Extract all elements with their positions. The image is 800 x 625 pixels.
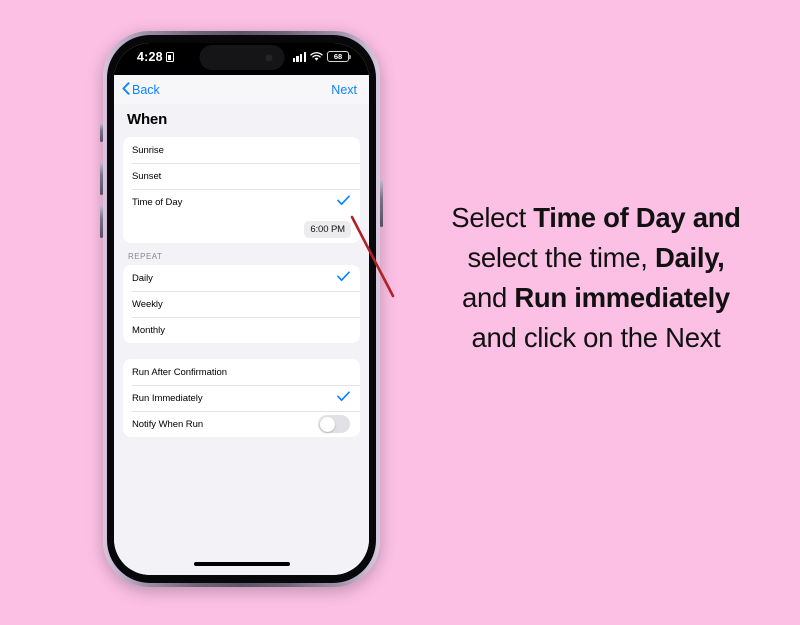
instruction-line-2: select the time, Daily, — [398, 238, 794, 278]
run-behavior-card: Run After Confirmation Run Immediately N… — [123, 359, 360, 437]
time-picker-row[interactable]: 6:00 PM — [123, 215, 360, 243]
checkmark-icon — [337, 389, 350, 407]
wifi-icon — [310, 51, 323, 62]
row-monthly[interactable]: Monthly — [123, 317, 360, 343]
status-bar-time-group: 4:28 — [137, 50, 174, 64]
instruction-line-1-plain: Select — [451, 202, 534, 233]
phone-screen: 4:28 68 Back Next When Sunrise Sunset Ti… — [114, 43, 369, 575]
instruction-line-3-plain: and — [462, 282, 515, 314]
checkmark-icon — [337, 269, 350, 287]
chevron-left-icon — [122, 81, 130, 98]
row-daily[interactable]: Daily — [123, 265, 360, 291]
row-label: Sunrise — [132, 144, 164, 156]
home-indicator — [193, 562, 290, 566]
row-label: Weekly — [132, 298, 163, 310]
row-label: Daily — [132, 272, 153, 284]
row-run-after-confirmation[interactable]: Run After Confirmation — [123, 359, 360, 385]
instruction-line-2-plain: select the time, — [467, 242, 655, 274]
repeat-card: Daily Weekly Monthly — [123, 265, 360, 343]
front-camera-icon — [265, 54, 272, 61]
navigation-bar: Back Next — [114, 75, 369, 104]
next-button[interactable]: Next — [331, 83, 357, 97]
instruction-line-3-bold: Run immediately — [514, 282, 730, 314]
row-run-immediately[interactable]: Run Immediately — [123, 385, 360, 411]
instruction-line-3: and Run immediately — [398, 278, 794, 318]
status-bar-indicators: 68 — [292, 51, 351, 62]
status-bar-time: 4:28 — [137, 50, 163, 64]
back-button[interactable]: Back — [122, 81, 160, 98]
row-label: Monthly — [132, 324, 165, 336]
row-sunset[interactable]: Sunset — [123, 163, 360, 189]
volume-down-button[interactable] — [100, 205, 103, 238]
dynamic-island — [199, 45, 284, 70]
row-weekly[interactable]: Weekly — [123, 291, 360, 317]
checkmark-icon — [337, 193, 350, 211]
instruction-line-4: and click on the Next — [471, 322, 721, 354]
phone-body: 4:28 68 Back Next When Sunrise Sunset Ti… — [107, 35, 376, 583]
row-label: Run After Confirmation — [132, 366, 227, 378]
time-source-card: Sunrise Sunset Time of Day 6:00 PM — [123, 137, 360, 243]
row-time-of-day[interactable]: Time of Day — [123, 189, 360, 215]
row-notify-when-run[interactable]: Notify When Run — [123, 411, 360, 437]
volume-up-button[interactable] — [100, 162, 103, 195]
cellular-signal-icon — [292, 51, 306, 62]
page-title: When — [127, 111, 168, 128]
back-button-label: Back — [132, 82, 160, 97]
instruction-line-1: Select Time of Day and — [398, 198, 794, 238]
silence-switch[interactable] — [100, 123, 103, 142]
lock-icon — [165, 52, 174, 62]
row-label: Run Immediately — [132, 392, 203, 404]
power-button[interactable] — [380, 179, 383, 227]
battery-icon: 68 — [327, 51, 351, 62]
row-label: Notify When Run — [132, 418, 204, 430]
toggle-knob — [319, 416, 335, 432]
notify-when-run-toggle[interactable] — [318, 415, 350, 433]
time-value-field[interactable]: 6:00 PM — [304, 220, 351, 238]
instruction-text: Select Time of Day and select the time, … — [398, 198, 794, 359]
battery-level-label: 68 — [333, 51, 343, 61]
status-bar: 4:28 68 — [114, 43, 369, 75]
row-label: Sunset — [132, 170, 162, 182]
phone-frame: 4:28 68 Back Next When Sunrise Sunset Ti… — [100, 31, 383, 587]
instruction-line-1-bold: Time of Day and — [533, 202, 741, 233]
instruction-line-2-bold: Daily, — [654, 242, 725, 274]
settings-content[interactable]: When Sunrise Sunset Time of Day 6:00 PM … — [114, 104, 369, 575]
row-sunrise[interactable]: Sunrise — [123, 137, 360, 163]
repeat-section-header: REPEAT — [128, 252, 163, 261]
row-label: Time of Day — [132, 196, 183, 208]
